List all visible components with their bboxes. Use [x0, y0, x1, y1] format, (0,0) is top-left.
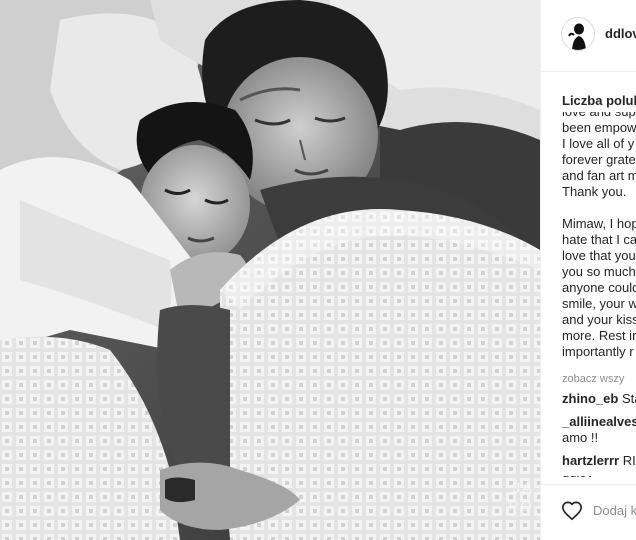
- watermark-line: JA: [512, 480, 534, 497]
- caption-line: smile, your w: [562, 296, 636, 311]
- comment-text: RIP: [622, 453, 636, 468]
- caption-line: more. Rest in: [562, 328, 636, 343]
- comment: hartzlerrr RIP: [562, 453, 636, 469]
- post-header: ddlov: [541, 0, 636, 72]
- watermark-line: PO: [508, 498, 534, 515]
- caption-line: and your kiss: [562, 312, 636, 327]
- avatar[interactable]: [561, 17, 595, 51]
- likes-count[interactable]: Liczba polub: [562, 93, 636, 108]
- caption-line: importantly r: [562, 344, 634, 359]
- photo-watermark: JA PO: [464, 480, 534, 530]
- caption-line: been empow: [562, 120, 636, 135]
- caption-gap: [562, 200, 636, 216]
- caption-line: love that you: [562, 248, 636, 263]
- comment: zhino_eb Sta: [562, 391, 636, 407]
- comment-username: ddlov: [562, 476, 593, 480]
- caption-line-clipped: love and sup: [562, 112, 636, 120]
- caption-line: hate that I ca: [562, 232, 636, 247]
- post-side-panel: ddlov Liczba polub love and sup been emp…: [540, 0, 636, 540]
- post-caption: love and sup been empow I love all of y …: [562, 112, 636, 360]
- caption-line: Mimaw, I hop: [562, 216, 636, 231]
- comment-text-continued: amo !!: [562, 430, 599, 445]
- post-footer: Dodaj k: [541, 484, 636, 540]
- comment: _alliinealves amo !!: [562, 414, 636, 446]
- heart-icon[interactable]: [561, 500, 583, 522]
- comment-username[interactable]: hartzlerrr: [562, 453, 619, 468]
- photo-image: [0, 0, 540, 540]
- caption-line: and fan art m: [562, 168, 636, 183]
- caption-line: forever grate: [562, 152, 636, 167]
- caption-line: I love all of y: [562, 136, 635, 151]
- caption-line: anyone could: [562, 280, 636, 295]
- caption-line: Thank you.: [562, 184, 627, 199]
- view-all-comments-link[interactable]: zobacz wszy: [562, 373, 624, 385]
- comment-clipped: ddlov: [562, 476, 593, 481]
- comment-username[interactable]: zhino_eb: [562, 391, 618, 406]
- caption-line: you so much: [562, 264, 636, 279]
- comment-username[interactable]: _alliinealves: [562, 414, 636, 429]
- avatar-image: [562, 18, 594, 50]
- post-username[interactable]: ddlov: [605, 26, 636, 41]
- post-photo[interactable]: JA PO: [0, 0, 540, 540]
- add-comment-input[interactable]: Dodaj k: [593, 503, 636, 518]
- comment-text: Sta: [621, 391, 636, 406]
